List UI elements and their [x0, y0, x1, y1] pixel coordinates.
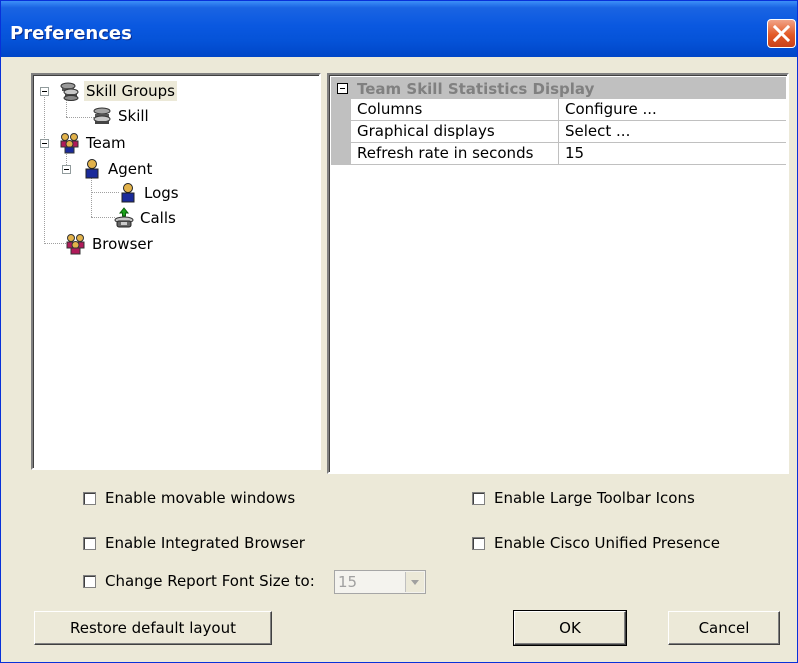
- property-value-columns[interactable]: Configure ...: [561, 99, 786, 120]
- collapse-icon[interactable]: [337, 83, 348, 94]
- button-label: OK: [559, 619, 581, 637]
- browser-icon: [66, 234, 85, 255]
- restore-default-layout-button[interactable]: Restore default layout: [34, 611, 272, 645]
- property-name: Graphical displays: [353, 121, 559, 142]
- chevron-down-icon[interactable]: [405, 572, 424, 592]
- change-report-font-size-checkbox[interactable]: Change Report Font Size to:: [83, 572, 315, 590]
- checkbox-box[interactable]: [83, 536, 96, 550]
- title-bar[interactable]: Preferences: [1, 1, 797, 57]
- team-collapse-toggle[interactable]: [40, 139, 49, 148]
- tree-item-label: Agent: [108, 160, 153, 178]
- checkbox-box[interactable]: [472, 536, 485, 550]
- button-label: Cancel: [698, 619, 750, 637]
- tree-item-logs[interactable]: Logs: [117, 182, 181, 204]
- checkbox-label: Enable movable windows: [105, 489, 296, 507]
- font-size-value: 15: [338, 573, 358, 591]
- skill-groups-icon: [60, 82, 79, 101]
- tree-item-label: Logs: [144, 184, 179, 202]
- preferences-dialog: Preferences Skill Groups Skill Team Agen…: [0, 0, 798, 663]
- tree-item-label: Browser: [92, 235, 153, 253]
- checkbox-label: Enable Large Toolbar Icons: [494, 489, 695, 507]
- tree-item-agent[interactable]: Agent: [81, 158, 154, 180]
- agent-icon: [85, 159, 99, 179]
- button-label: Restore default layout: [69, 619, 237, 637]
- enable-cisco-unified-presence-checkbox[interactable]: Enable Cisco Unified Presence: [472, 534, 720, 552]
- tree-item-label: Skill: [118, 107, 149, 125]
- checkbox-label: Enable Cisco Unified Presence: [494, 534, 721, 552]
- tree-item-label: Skill Groups: [84, 81, 177, 101]
- property-row-refresh-rate[interactable]: Refresh rate in seconds 15: [331, 143, 786, 165]
- window-title: Preferences: [10, 23, 132, 44]
- property-row-graphical-displays[interactable]: Graphical displays Select ...: [331, 121, 786, 143]
- checkbox-label: Change Report Font Size to:: [105, 572, 315, 590]
- tree-item-calls[interactable]: Calls: [113, 207, 178, 229]
- skill-icon: [93, 107, 111, 124]
- property-category-label: Team Skill Statistics Display: [357, 80, 595, 98]
- checkbox-box[interactable]: [83, 574, 96, 588]
- tree-item-label: Calls: [140, 209, 176, 227]
- property-name: Columns: [353, 99, 559, 120]
- property-category-header[interactable]: Team Skill Statistics Display: [331, 77, 786, 99]
- cancel-button[interactable]: Cancel: [668, 611, 780, 645]
- logs-icon: [121, 183, 135, 203]
- tree-item-browser[interactable]: Browser: [65, 233, 155, 255]
- font-size-dropdown[interactable]: 15: [334, 570, 426, 594]
- property-row-columns[interactable]: Columns Configure ...: [331, 99, 786, 121]
- close-icon: [773, 25, 790, 42]
- enable-integrated-browser-checkbox[interactable]: Enable Integrated Browser: [83, 534, 305, 552]
- property-value-refresh-rate[interactable]: 15: [561, 143, 786, 164]
- team-icon: [60, 133, 79, 154]
- calls-icon: [114, 207, 134, 228]
- property-name: Refresh rate in seconds: [353, 143, 559, 164]
- tree-item-skill-groups[interactable]: Skill Groups: [59, 80, 177, 102]
- enable-large-toolbar-icons-checkbox[interactable]: Enable Large Toolbar Icons: [472, 489, 695, 507]
- property-value-graphical-displays[interactable]: Select ...: [561, 121, 786, 142]
- tree-item-label: Team: [86, 134, 126, 152]
- checkbox-box[interactable]: [472, 491, 485, 505]
- ok-button[interactable]: OK: [513, 610, 627, 646]
- enable-movable-windows-checkbox[interactable]: Enable movable windows: [83, 489, 295, 507]
- preferences-tree[interactable]: Skill Groups Skill Team Agent Logs Calls…: [31, 73, 321, 470]
- tree-item-skill[interactable]: Skill: [91, 105, 151, 127]
- tree-item-team[interactable]: Team: [59, 132, 128, 154]
- agent-collapse-toggle[interactable]: [62, 165, 71, 174]
- checkbox-box[interactable]: [83, 491, 96, 505]
- property-grid: Team Skill Statistics Display Columns Co…: [327, 73, 789, 474]
- checkbox-label: Enable Integrated Browser: [105, 534, 305, 552]
- close-button[interactable]: [767, 19, 796, 48]
- skill-groups-collapse-toggle[interactable]: [40, 87, 49, 96]
